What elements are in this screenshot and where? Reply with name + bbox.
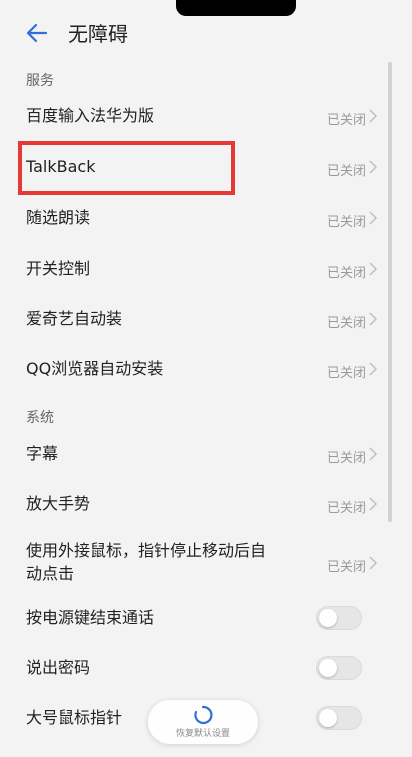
setting-label: 说出密码	[26, 658, 91, 677]
status-text: 已关闭	[326, 164, 366, 179]
toggle-knob	[319, 609, 337, 627]
chevron-right-icon	[369, 362, 378, 376]
setting-label: 大号鼠标指针	[26, 708, 123, 727]
restore-defaults-label: 恢复默认设置	[175, 729, 230, 739]
chevron-right-icon	[369, 447, 378, 461]
chevron-right-icon	[369, 109, 378, 123]
setting-label: QQ浏览器自动安装	[26, 359, 164, 378]
status-text: 已关闭	[326, 215, 366, 230]
setting-row-qq-browser[interactable]: QQ浏览器自动安装 已关闭	[0, 345, 396, 393]
status-text: 已关闭	[326, 266, 366, 281]
setting-row-auto-click[interactable]: 使用外接鼠标，指针停止移动后自 动点击 已关闭	[0, 532, 396, 592]
setting-label-line2: 动点击	[26, 564, 75, 583]
setting-label: 按电源键结束通话	[26, 608, 155, 627]
setting-row-magnification-gestures[interactable]: 放大手势 已关闭	[0, 480, 396, 528]
page-title: 无障碍	[68, 22, 128, 46]
chevron-right-icon	[369, 160, 378, 174]
chevron-right-icon	[369, 312, 378, 326]
setting-label: 放大手势	[26, 494, 91, 513]
toggle-switch[interactable]	[316, 656, 362, 680]
back-arrow-icon[interactable]	[24, 20, 50, 46]
setting-label: 随选朗读	[26, 208, 91, 227]
chevron-right-icon	[369, 262, 378, 276]
status-text: 已关闭	[326, 451, 366, 466]
toggle-switch[interactable]	[316, 606, 362, 630]
setting-label: 爱奇艺自动装	[26, 309, 123, 328]
section-header-services: 服务	[26, 73, 54, 89]
status-text: 已关闭	[326, 560, 366, 575]
status-text: 已关闭	[326, 316, 366, 331]
chevron-right-icon	[369, 556, 378, 570]
status-text: 已关闭	[326, 113, 366, 128]
setting-row-power-ends-call[interactable]: 按电源键结束通话	[0, 594, 396, 642]
setting-row-baidu-input[interactable]: 百度输入法华为版 已关闭	[0, 92, 396, 140]
setting-row-speak-passwords[interactable]: 说出密码	[0, 644, 396, 692]
scrollbar[interactable]	[388, 62, 392, 522]
setting-label: 字幕	[26, 444, 59, 463]
loading-spinner-icon	[194, 705, 213, 725]
setting-row-captions[interactable]: 字幕 已关闭	[0, 430, 396, 478]
chevron-right-icon	[369, 211, 378, 225]
app-header: 无障碍	[0, 0, 412, 62]
chevron-right-icon	[369, 497, 378, 511]
section-header-system: 系统	[26, 410, 54, 426]
setting-label-line1: 使用外接鼠标，指针停止移动后自	[26, 541, 267, 560]
status-text: 已关闭	[326, 501, 366, 516]
setting-row-select-to-speak[interactable]: 随选朗读 已关闭	[0, 194, 396, 242]
status-text: 已关闭	[326, 366, 366, 381]
setting-row-switch-control[interactable]: 开关控制 已关闭	[0, 245, 396, 293]
toggle-knob	[319, 659, 337, 677]
toggle-knob	[319, 709, 337, 727]
setting-row-iqiyi[interactable]: 爱奇艺自动装 已关闭	[0, 295, 396, 343]
setting-label: 百度输入法华为版	[26, 106, 155, 125]
toggle-switch[interactable]	[316, 706, 362, 730]
restore-defaults-button[interactable]: 恢复默认设置	[148, 700, 258, 744]
red-highlight-box	[18, 141, 235, 195]
setting-label: 开关控制	[26, 259, 91, 278]
